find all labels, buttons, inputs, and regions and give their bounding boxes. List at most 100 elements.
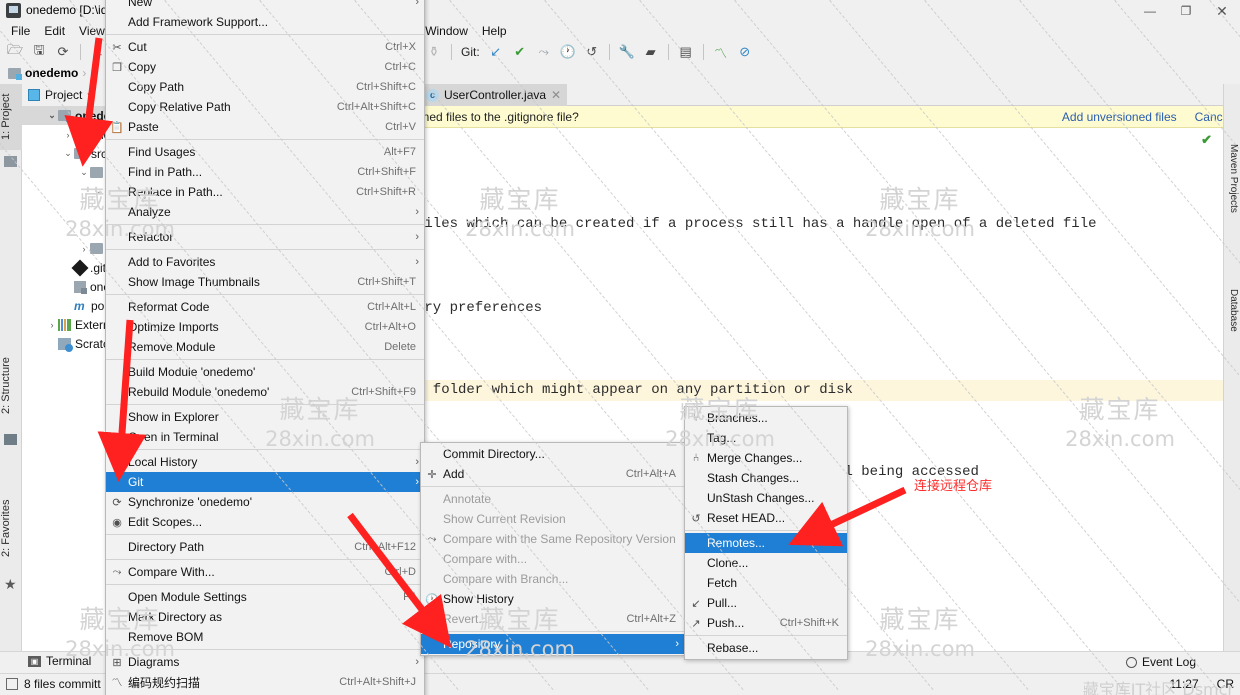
context-menu-item-reformat-code[interactable]: Reformat CodeCtrl+Alt+L (106, 297, 424, 317)
context-menu-item-synchronize-onedemo[interactable]: ⟳Synchronize 'onedemo' (106, 492, 424, 512)
context-menu-item-rebuild-module-onedemo[interactable]: Rebuild Module 'onedemo'Ctrl+Shift+F9 (106, 382, 424, 402)
breadcrumb[interactable]: onedemo › (8, 66, 86, 80)
chevron-right-icon: › (415, 256, 419, 268)
git-menu-item-repository[interactable]: Repository› (421, 634, 684, 654)
context-menu-item-copy-relative-path[interactable]: Copy Relative PathCtrl+Alt+Shift+C (106, 97, 424, 117)
context-menu-item-paste[interactable]: 📋PasteCtrl+V (106, 117, 424, 137)
context-menu-item-find-in-path[interactable]: Find in Path...Ctrl+Shift+F (106, 162, 424, 182)
sidebar-item-database[interactable]: Database (1224, 289, 1239, 332)
sidebar-item-favorites[interactable]: 2: Favorites (0, 484, 22, 572)
add-unversioned-files-link[interactable]: Add unversioned files (1062, 110, 1177, 124)
context-menu-item-edit-scopes[interactable]: ◉Edit Scopes... (106, 512, 424, 532)
tree-expander[interactable]: › (46, 320, 58, 330)
context-menu-item-local-history[interactable]: Local History› (106, 452, 424, 472)
menubar-item-edit[interactable]: Edit (37, 23, 72, 39)
repository-menu-item-pull[interactable]: ↙Pull... (685, 593, 847, 613)
project-context-menu[interactable]: New›Add Framework Support... ✂CutCtrl+X❐C… (105, 0, 425, 695)
repository-menu-item-unstash-changes[interactable]: UnStash Changes... (685, 488, 847, 508)
close-button[interactable]: ✕ (1204, 0, 1240, 22)
minimize-button[interactable]: — (1132, 0, 1168, 22)
sync-icon[interactable]: ⟳ (52, 41, 74, 63)
repository-menu-item-branches[interactable]: ⑂Branches... (685, 408, 847, 428)
context-menu-item-编码规约扫描[interactable]: 〽编码规约扫描Ctrl+Alt+Shift+J (106, 672, 424, 692)
tree-expander[interactable]: ⌄ (78, 167, 90, 178)
git-menu-item-commit-directory[interactable]: Commit Directory... (421, 444, 684, 464)
commit-icon[interactable]: ✔ (509, 41, 531, 63)
repository-menu-item-tag[interactable]: Tag... (685, 428, 847, 448)
context-menu-item-remove-bom[interactable]: Remove BOM (106, 627, 424, 647)
rollback-icon[interactable]: ↺ (581, 41, 603, 63)
star-icon[interactable]: ★ (4, 576, 17, 593)
context-menu-item-git[interactable]: Git› (106, 472, 424, 492)
open-folder-icon[interactable]: 🗁 (4, 41, 26, 63)
sidebar-item-structure[interactable]: 2: Structure (0, 342, 22, 430)
repository-menu-item-fetch[interactable]: Fetch (685, 573, 847, 593)
menu-item-label: Compare with... (443, 552, 684, 566)
disable-inspection-icon[interactable]: ⊘ (734, 41, 756, 63)
menu-item-label: Commit Directory... (443, 447, 684, 461)
tree-expander[interactable]: › (62, 130, 74, 140)
event-log-button[interactable]: Event Log (1126, 655, 1196, 669)
save-db-icon[interactable]: ▤ (675, 41, 697, 63)
history-icon[interactable]: 🕐 (557, 41, 579, 63)
repository-menu-item-merge-changes[interactable]: ⑃Merge Changes... (685, 448, 847, 468)
git-menu-item-show-history[interactable]: 🕐Show History (421, 589, 684, 609)
sidebar-item-project[interactable]: 1: Project (0, 84, 22, 150)
context-menu-item-optimize-imports[interactable]: Optimize ImportsCtrl+Alt+O (106, 317, 424, 337)
context-menu-item-open-in-terminal[interactable]: ▣Open in Terminal (106, 427, 424, 447)
git-menu-item-add[interactable]: ✛AddCtrl+Alt+A (421, 464, 684, 484)
menu-item-label: Show in Explorer (128, 410, 424, 424)
annotation-label: 连接远程仓库 (914, 475, 992, 494)
context-menu-item-refactor[interactable]: Refactor› (106, 227, 424, 247)
menu-item-label: Paste (128, 120, 385, 134)
context-menu-item-add-framework-support[interactable]: Add Framework Support... (106, 12, 424, 32)
context-menu-item-copy[interactable]: ❐CopyCtrl+C (106, 57, 424, 77)
context-menu-item-show-image-thumbnails[interactable]: Show Image ThumbnailsCtrl+Shift+T (106, 272, 424, 292)
tree-expander[interactable]: ⌄ (62, 148, 74, 159)
git-submenu[interactable]: Commit Directory...✛AddCtrl+Alt+AAnnotat… (420, 442, 685, 656)
context-menu-item-mark-directory-as[interactable]: Mark Directory as› (106, 607, 424, 627)
repository-menu-item-stash-changes[interactable]: Stash Changes... (685, 468, 847, 488)
structure-icon[interactable] (4, 434, 17, 445)
context-menu-item-diagrams[interactable]: ⊞Diagrams› (106, 652, 424, 672)
context-menu-item-find-usages[interactable]: Find UsagesAlt+F7 (106, 142, 424, 162)
context-menu-item-add-to-favorites[interactable]: Add to Favorites› (106, 252, 424, 272)
breadcrumb-root[interactable]: onedemo (25, 66, 78, 80)
terminal-button[interactable]: ▣ Terminal (28, 654, 91, 668)
menubar-item-file[interactable]: File (4, 23, 37, 39)
context-menu-item-remove-module[interactable]: Remove ModuleDelete (106, 337, 424, 357)
context-menu-item-analyze[interactable]: Analyze› (106, 202, 424, 222)
sidebar-item-maven-projects[interactable]: Maven Projects (1224, 144, 1239, 213)
settings-wrench-icon[interactable]: 🔧 (616, 41, 638, 63)
context-menu-item-replace-in-path[interactable]: Replace in Path...Ctrl+Shift+R (106, 182, 424, 202)
context-menu-item-cut[interactable]: ✂CutCtrl+X (106, 37, 424, 57)
menubar-item-help[interactable]: Help (475, 23, 514, 39)
chevron-down-icon[interactable]: ▾ (87, 90, 92, 101)
update-project-icon[interactable]: ↙ (485, 41, 507, 63)
repository-menu-item-clone[interactable]: Clone... (685, 553, 847, 573)
context-menu-item-open-module-settings[interactable]: Open Module SettingsF4 (106, 587, 424, 607)
repository-submenu[interactable]: ⑂Branches...Tag...⑃Merge Changes...Stash… (684, 406, 848, 660)
repository-menu-item-reset-head[interactable]: ↺Reset HEAD... (685, 508, 847, 528)
menu-item-shortcut: Ctrl+Alt+Shift+C (337, 101, 424, 113)
save-all-icon[interactable]: 🖫 (28, 41, 50, 63)
status-message[interactable]: 8 files committ (6, 677, 101, 691)
repository-menu-item-push[interactable]: ↗Push...Ctrl+Shift+K (685, 613, 847, 633)
context-menu-item-directory-path[interactable]: Directory PathCtrl+Alt+F12 (106, 537, 424, 557)
close-icon[interactable]: ✕ (551, 88, 561, 102)
context-menu-item-new[interactable]: New› (106, 0, 424, 12)
tree-expander[interactable]: › (78, 244, 90, 254)
maximize-button[interactable]: ❐ (1168, 0, 1204, 22)
tree-expander[interactable]: ⌄ (46, 110, 58, 121)
project-structure-icon[interactable]: ▰ (640, 41, 662, 63)
context-menu-item-compare-with[interactable]: ⤳Compare With...Ctrl+D (106, 562, 424, 582)
context-menu-item-build-module-onedemo[interactable]: Build Module 'onedemo' (106, 362, 424, 382)
repository-menu-item-remotes[interactable]: Remotes... (685, 533, 847, 553)
editor-tab-usercontroller[interactable]: c UserController.java ✕ (420, 84, 567, 106)
code-scan-icon[interactable]: 〽 (710, 41, 732, 63)
menubar-item-window[interactable]: Window (418, 23, 475, 39)
repository-menu-item-rebase[interactable]: Rebase... (685, 638, 847, 658)
project-view-icon[interactable] (4, 156, 17, 167)
context-menu-item-show-in-explorer[interactable]: Show in Explorer (106, 407, 424, 427)
context-menu-item-copy-path[interactable]: Copy PathCtrl+Shift+C (106, 77, 424, 97)
